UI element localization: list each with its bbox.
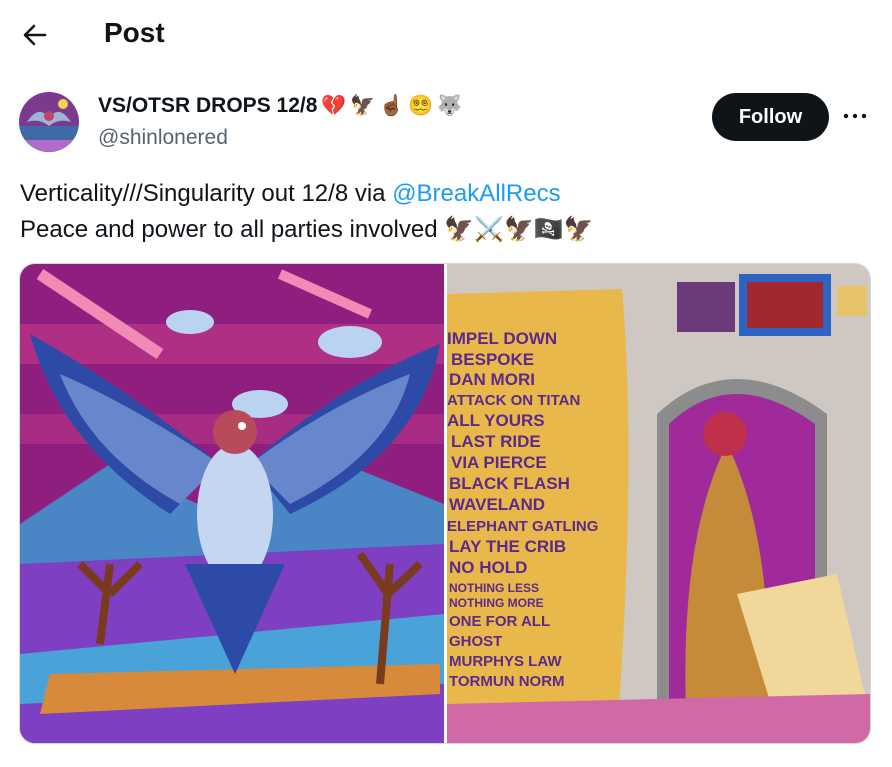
more-dots-icon[interactable] — [840, 104, 870, 128]
track-8: BLACK FLASH — [449, 474, 570, 493]
post-line-2: Peace and power to all parties involved … — [20, 212, 594, 248]
track-7: VIA PIERCE — [451, 453, 547, 472]
broken-heart-icon: 💔 — [321, 95, 347, 117]
avatar-image — [19, 92, 79, 152]
track-4: ATTACK ON TITAN — [447, 392, 580, 409]
author-handle[interactable]: @shinlonered — [98, 126, 228, 150]
pointing-up-icon: ☝🏾 — [379, 95, 405, 117]
track-14: NOTHING MORE — [449, 596, 544, 610]
track-13: NOTHING LESS — [449, 581, 539, 595]
track-2: BESPOKE — [451, 350, 534, 369]
track-15: ONE FOR ALL — [449, 613, 550, 630]
post-line-1: Verticality///Singularity out 12/8 via @… — [20, 176, 594, 212]
track-9: WAVELAND — [449, 495, 545, 514]
post-line-2-text: Peace and power to all parties involved — [20, 216, 445, 243]
post-emojis: 🦅⚔️🦅🏴‍☠️🦅 — [444, 216, 594, 243]
track-12: NO HOLD — [449, 558, 527, 577]
post-header: Post — [0, 0, 892, 72]
author-name-row[interactable]: VS/OTSR DROPS 12/8 💔 🦅 ☝🏾 😵‍💫 🐺 — [98, 94, 462, 118]
post-text: Verticality///Singularity out 12/8 via @… — [20, 176, 594, 248]
author-name[interactable]: VS/OTSR DROPS 12/8 — [98, 94, 317, 118]
page-title: Post — [104, 17, 165, 48]
track-3: DAN MORI — [449, 370, 535, 389]
track-10: ELEPHANT GATLING — [447, 518, 598, 535]
track-5: ALL YOURS — [447, 411, 545, 430]
post-line-1-text: Verticality///Singularity out 12/8 via — [20, 180, 393, 207]
avatar[interactable] — [19, 92, 79, 152]
wolf-icon: 🐺 — [437, 95, 462, 117]
track-6: LAST RIDE — [451, 432, 541, 451]
track-16: GHOST — [449, 633, 502, 650]
media-grid: IMPEL DOWN BESPOKE DAN MORI ATTACK ON TI… — [19, 263, 871, 744]
track-1: IMPEL DOWN — [447, 329, 557, 348]
follow-button[interactable]: Follow — [712, 93, 829, 141]
falcon-artwork-image[interactable] — [20, 264, 444, 743]
arrow-left-icon[interactable] — [18, 18, 52, 52]
scroll-tracklist-artwork-image[interactable]: IMPEL DOWN BESPOKE DAN MORI ATTACK ON TI… — [447, 264, 870, 743]
track-18: TORMUN NORM — [449, 673, 565, 690]
eagle-icon: 🦅 — [350, 95, 376, 117]
mention-link[interactable]: @BreakAllRecs — [392, 180, 560, 207]
track-11: LAY THE CRIB — [449, 537, 566, 556]
track-17: MURPHYS LAW — [449, 653, 562, 670]
dizzy-face-icon: 😵‍💫 — [408, 95, 434, 117]
